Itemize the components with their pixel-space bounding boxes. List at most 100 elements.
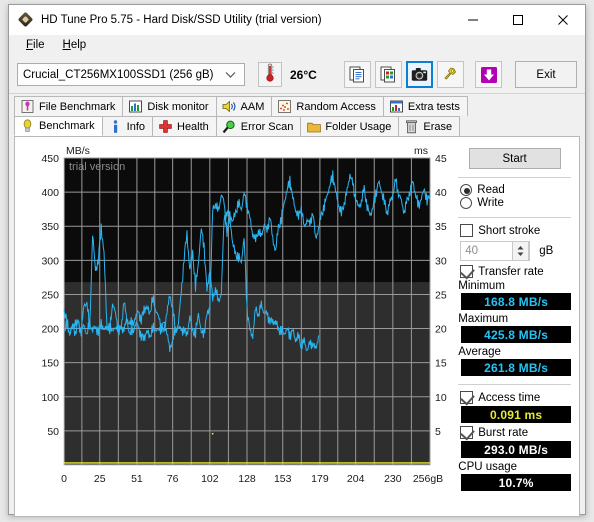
checkbox-transfer-rate-box xyxy=(460,265,474,278)
tab-benchmark[interactable]: Benchmark xyxy=(14,116,103,136)
svg-text:153: 153 xyxy=(274,473,292,485)
tab-erase[interactable]: Erase xyxy=(398,116,461,136)
menu-bar: File Help xyxy=(9,35,585,56)
svg-text:15: 15 xyxy=(435,358,447,370)
tab-extra-tests-label: Extra tests xyxy=(407,100,460,113)
maximum-value: 425.8 MB/s xyxy=(461,326,571,343)
svg-text:0: 0 xyxy=(61,473,67,485)
tab-info[interactable]: Info xyxy=(101,116,153,136)
tab-info-label: Info xyxy=(126,120,145,133)
tab-file-benchmark-label: File Benchmark xyxy=(39,100,116,113)
checkbox-transfer-rate-label: Transfer rate xyxy=(478,265,544,278)
tab-error-scan-label: Error Scan xyxy=(240,120,294,133)
short-stroke-row: 40 gB xyxy=(460,241,573,261)
svg-text:76: 76 xyxy=(167,473,179,485)
copy-image-button[interactable] xyxy=(375,61,402,88)
svg-text:35: 35 xyxy=(435,221,447,233)
toolbar-buttons: Exit xyxy=(344,61,577,88)
checkbox-burst-rate-label: Burst rate xyxy=(478,426,529,439)
svg-text:200: 200 xyxy=(41,324,59,336)
download-button[interactable] xyxy=(475,61,502,88)
tab-row-2: Benchmark Info Health Error Scan Folder … xyxy=(14,116,580,136)
chevron-down-icon xyxy=(225,70,236,82)
app-logo-icon xyxy=(17,11,34,28)
menu-file[interactable]: File xyxy=(17,37,54,53)
radio-read-indicator xyxy=(460,184,473,196)
tab-folder-usage[interactable]: Folder Usage xyxy=(300,116,400,136)
checkbox-transfer-rate[interactable]: Transfer rate xyxy=(460,265,573,278)
checkbox-access-time[interactable]: Access time xyxy=(460,391,573,404)
short-stroke-input[interactable]: 40 xyxy=(460,241,531,261)
controls-panel: Start Read Write Short stroke 40 gB Tran… xyxy=(450,137,579,516)
info-icon xyxy=(108,119,123,134)
checkbox-short-stroke-box xyxy=(460,224,474,237)
window-title: HD Tune Pro 5.75 - Hard Disk/SSD Utility… xyxy=(41,14,322,26)
svg-text:45: 45 xyxy=(435,153,447,165)
start-button-label: Start xyxy=(502,152,527,165)
checkbox-short-stroke-label: Short stroke xyxy=(478,224,541,237)
tab-file-benchmark[interactable]: File Benchmark xyxy=(14,96,124,116)
spinner-arrows-icon[interactable] xyxy=(512,241,530,261)
tools-button[interactable] xyxy=(437,61,464,88)
svg-text:50: 50 xyxy=(47,426,59,438)
file-benchmark-icon xyxy=(20,99,35,114)
maximum-label: Maximum xyxy=(458,313,509,325)
trash-icon xyxy=(404,119,419,134)
checkbox-short-stroke[interactable]: Short stroke xyxy=(460,224,573,237)
chart-canvas: trial version501001502002503003504004505… xyxy=(41,145,447,485)
start-button[interactable]: Start xyxy=(468,148,561,169)
svg-text:trial version: trial version xyxy=(69,161,125,173)
benchmark-panel: trial version 50 100 150 200 250 300 350 400 450 5… xyxy=(14,136,580,517)
radio-read[interactable]: Read xyxy=(460,184,573,196)
exit-button-label: Exit xyxy=(536,68,556,81)
checkbox-burst-rate[interactable]: Burst rate xyxy=(460,426,573,439)
tab-aam[interactable]: AAM xyxy=(215,96,273,116)
copy-text-button[interactable] xyxy=(344,61,371,88)
svg-text:ms: ms xyxy=(414,145,428,157)
radio-write-label: Write xyxy=(477,197,504,209)
tab-random-access[interactable]: Random Access xyxy=(271,96,384,116)
tab-extra-tests[interactable]: Extra tests xyxy=(382,96,468,116)
exit-button[interactable]: Exit xyxy=(515,61,577,88)
window-controls xyxy=(450,5,585,35)
tab-disk-monitor-label: Disk monitor xyxy=(147,100,209,113)
close-button[interactable] xyxy=(540,5,585,35)
tab-health[interactable]: Health xyxy=(152,116,217,136)
menu-help-label-rest: elp xyxy=(70,39,87,51)
minimize-button[interactable] xyxy=(450,5,495,35)
tab-error-scan[interactable]: Error Scan xyxy=(215,116,302,136)
svg-text:230: 230 xyxy=(384,473,402,485)
svg-text:30: 30 xyxy=(435,255,447,267)
tab-disk-monitor[interactable]: Disk monitor xyxy=(122,96,217,116)
average-value: 261.8 MB/s xyxy=(461,359,571,376)
title-bar: HD Tune Pro 5.75 - Hard Disk/SSD Utility… xyxy=(9,5,585,35)
temperature-indicator xyxy=(258,62,282,87)
tab-health-label: Health xyxy=(177,120,209,133)
svg-text:25: 25 xyxy=(435,289,447,301)
svg-text:400: 400 xyxy=(41,187,59,199)
minimum-label: Minimum xyxy=(458,280,505,292)
drive-select-value: Crucial_CT256MX100SSD1 (256 gB) xyxy=(23,68,214,81)
burst-rate-value: 293.0 MB/s xyxy=(461,441,571,458)
tab-row-1: File Benchmark Disk monitor AAM Random A… xyxy=(14,96,580,116)
divider-2 xyxy=(458,217,571,218)
maximize-button[interactable] xyxy=(495,5,540,35)
tab-erase-label: Erase xyxy=(423,120,453,133)
minimum-value: 168.8 MB/s xyxy=(461,293,571,310)
tab-benchmark-label: Benchmark xyxy=(39,120,95,132)
checkbox-access-time-box xyxy=(460,391,474,404)
screenshot-button[interactable] xyxy=(406,61,433,88)
checkbox-burst-rate-box xyxy=(460,426,474,439)
svg-text:250: 250 xyxy=(41,289,59,301)
bulb-icon xyxy=(20,119,35,134)
svg-text:51: 51 xyxy=(131,473,143,485)
benchmark-chart: trial version 50 100 150 200 250 300 350 400 450 5… xyxy=(15,137,450,516)
svg-text:450: 450 xyxy=(41,153,59,165)
menu-help[interactable]: Help xyxy=(54,37,96,53)
svg-text:128: 128 xyxy=(238,473,256,485)
svg-text:150: 150 xyxy=(41,358,59,370)
drive-select[interactable]: Crucial_CT256MX100SSD1 (256 gB) xyxy=(17,63,245,86)
temperature-value: 26°C xyxy=(290,67,317,82)
radio-write[interactable]: Write xyxy=(460,197,573,209)
folder-icon xyxy=(306,119,321,134)
